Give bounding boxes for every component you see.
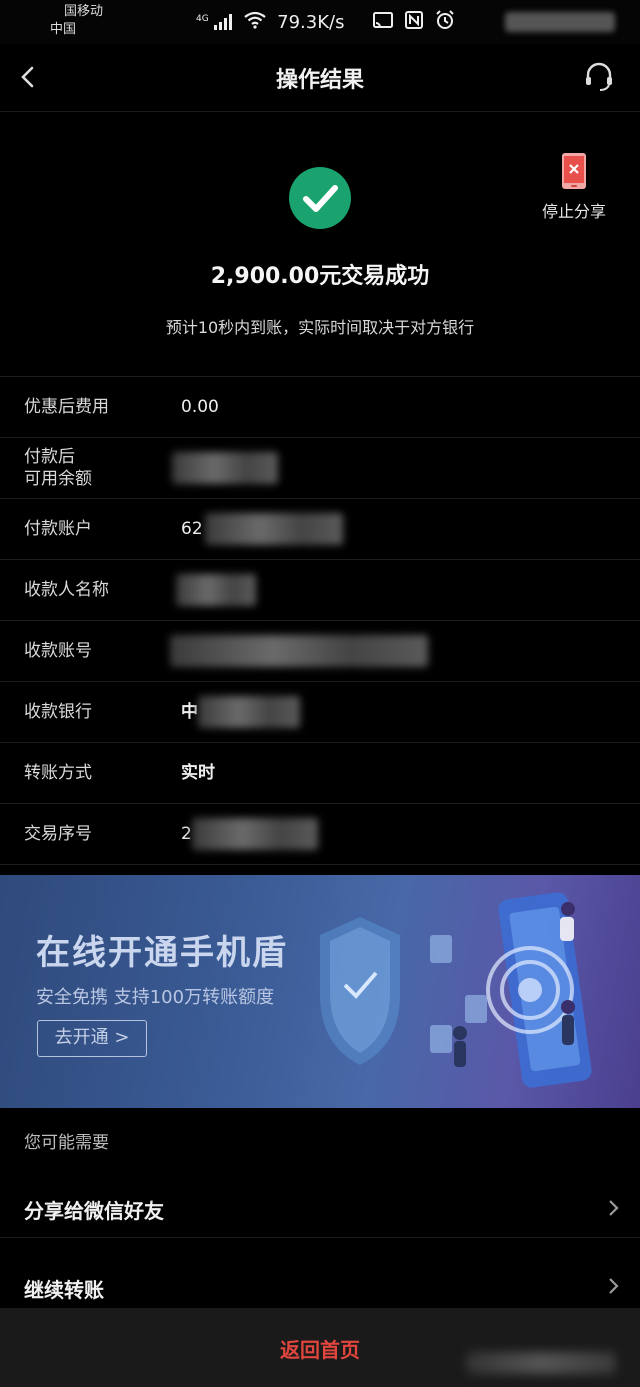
- result-section: 2,900.00元交易成功 预计10秒内到账，实际时间取决于对方银行 停止分享: [0, 112, 640, 376]
- redacted-value: [172, 452, 278, 484]
- redacted-value: [170, 635, 428, 667]
- mobile-shield-banner[interactable]: 在线开通手机盾 安全免携 支持100万转账额度 去开通 >: [0, 875, 640, 1108]
- detail-label: 收款银行: [24, 702, 92, 722]
- redacted-value: [198, 696, 300, 728]
- suggestions-heading: 您可能需要: [24, 1133, 109, 1153]
- carrier-line-2: 中国: [50, 22, 77, 37]
- detail-label: 收款人名称: [24, 580, 109, 600]
- detail-label: 收款账号: [24, 641, 92, 661]
- detail-value: 2: [181, 824, 192, 844]
- detail-label: 优惠后费用: [24, 397, 109, 417]
- bottom-bar: 返回首页: [0, 1308, 640, 1387]
- detail-label: 交易序号: [24, 824, 92, 844]
- watermark-redaction: [466, 1352, 616, 1374]
- banner-title: 在线开通手机盾: [36, 933, 288, 973]
- detail-row-transfer-method: 转账方式 实时: [0, 743, 640, 804]
- redacted-value: [176, 574, 256, 606]
- transaction-amount: 2,900.00元交易成功: [210, 264, 430, 289]
- banner-subtitle: 安全免携 支持100万转账额度: [36, 987, 275, 1008]
- stop-share-label: 停止分享: [541, 202, 606, 221]
- detail-label: 付款账户: [24, 519, 92, 539]
- alarm-icon: [434, 9, 456, 36]
- detail-row-fee: 优惠后费用 0.00: [0, 377, 640, 438]
- wifi-icon: [243, 11, 267, 34]
- detail-value: 62: [181, 519, 203, 539]
- detail-value: 中: [181, 702, 198, 722]
- detail-label: 转账方式: [24, 763, 92, 783]
- carrier-label: 国移动 中国: [50, 4, 103, 37]
- detail-row-serial-no: 交易序号 2: [0, 804, 640, 865]
- cast-icon: [372, 11, 394, 34]
- nav-bar: 操作结果: [0, 44, 640, 112]
- signal-icon: 4G: [196, 14, 233, 31]
- continue-transfer-item[interactable]: 继续转账: [0, 1254, 640, 1308]
- customer-service-icon[interactable]: [582, 60, 616, 94]
- status-bar: 国移动 中国 4G 79.3K/s: [0, 0, 640, 44]
- phone-stop-share-icon: [561, 152, 587, 190]
- open-now-button[interactable]: 去开通 >: [37, 1020, 147, 1057]
- detail-label-line-2: 可用余额: [24, 469, 92, 489]
- detail-label-line-1: 付款后: [24, 447, 75, 467]
- page-title: 操作结果: [275, 68, 364, 93]
- arrival-hint: 预计10秒内到账，实际时间取决于对方银行: [165, 318, 475, 337]
- detail-row-payee-account: 收款账号: [0, 621, 640, 682]
- detail-row-payee-name: 收款人名称: [0, 560, 640, 621]
- detail-row-payer-account: 付款账户 62: [0, 499, 640, 560]
- detail-row-payee-bank: 收款银行 中: [0, 682, 640, 743]
- chevron-right-icon: [608, 1198, 620, 1218]
- list-item-label: 分享给微信好友: [24, 1199, 164, 1223]
- status-icons: 4G 79.3K/s: [196, 9, 456, 36]
- detail-value: 实时: [181, 763, 215, 783]
- network-type: 4G: [196, 13, 209, 24]
- chevron-right-icon: [608, 1276, 620, 1296]
- redacted-value: [192, 818, 318, 850]
- stop-share-button[interactable]: 停止分享: [534, 152, 614, 222]
- success-check-icon: [288, 166, 352, 230]
- list-item-label: 继续转账: [24, 1278, 104, 1302]
- carrier-line-1: 国移动: [64, 4, 104, 19]
- detail-label: 付款后 可用余额: [24, 446, 92, 490]
- detail-value: 0.00: [181, 397, 219, 417]
- redacted-value: [205, 513, 343, 545]
- shield-illustration-icon: [320, 892, 592, 1088]
- net-speed: 79.3K/s: [277, 11, 345, 33]
- detail-row-balance: 付款后 可用余额: [0, 438, 640, 499]
- status-redaction: [505, 12, 615, 32]
- share-to-wechat-item[interactable]: 分享给微信好友: [0, 1178, 640, 1238]
- nfc-icon: [404, 10, 424, 35]
- transaction-details: 优惠后费用 0.00 付款后 可用余额 付款账户 62 收款人名称 收款账号 收…: [0, 376, 640, 865]
